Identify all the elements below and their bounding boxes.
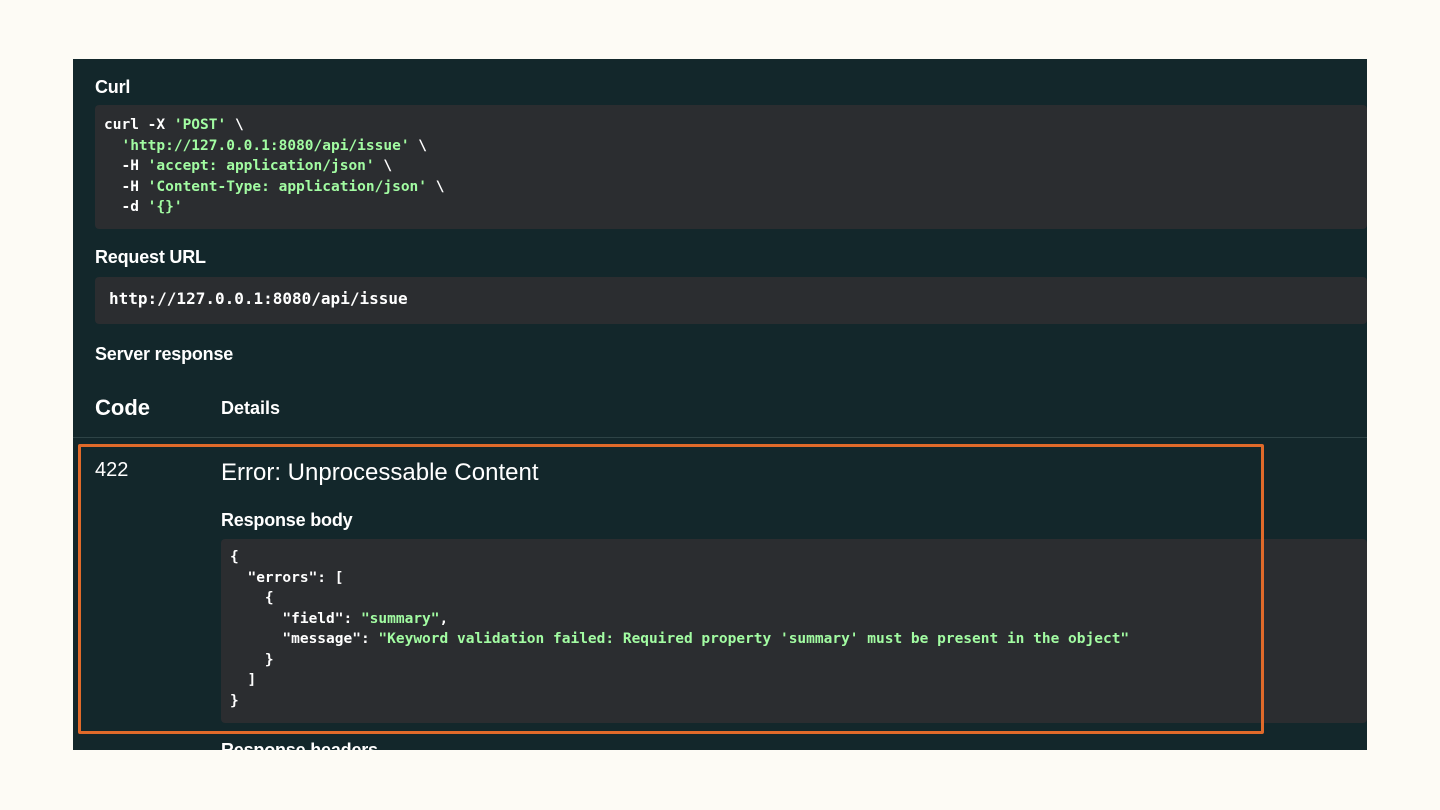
curl-string: 'POST' — [173, 117, 227, 133]
json-token: ] — [230, 672, 257, 688]
json-line: } — [230, 650, 1129, 671]
json-line: { — [230, 547, 1129, 568]
json-string: "Keyword validation failed: Required pro… — [378, 631, 1130, 647]
curl-string: 'http://127.0.0.1:8080/api/issue' — [121, 137, 410, 154]
json-token: { — [230, 590, 274, 606]
details-column-header: Details — [221, 398, 281, 418]
response-body-block[interactable]: { "errors": [ { "field": "summary", "mes… — [221, 539, 1367, 723]
swagger-response-panel: Curl curl -X 'POST' \ 'http://127.0.0.1:… — [73, 59, 1367, 750]
curl-token: curl -X — [104, 117, 174, 133]
server-response-label: Server response — [95, 344, 234, 364]
curl-label: Curl — [95, 77, 131, 97]
json-token: "field": — [230, 610, 361, 627]
json-line: ] — [230, 670, 1129, 691]
request-url-value: http://127.0.0.1:8080/api/issue — [109, 289, 408, 308]
curl-token: -H — [104, 178, 148, 195]
curl-token — [104, 138, 121, 154]
curl-token: \ — [374, 158, 393, 174]
json-token: "errors": [ — [230, 569, 344, 586]
request-url-label: Request URL — [95, 247, 206, 267]
json-line: { — [230, 588, 1129, 609]
curl-line: -H 'Content-Type: application/json' \ — [104, 177, 444, 198]
json-line: "field": "summary", — [230, 609, 1129, 630]
curl-code-block[interactable]: curl -X 'POST' \ 'http://127.0.0.1:8080/… — [95, 105, 1367, 229]
curl-command: curl -X 'POST' \ 'http://127.0.0.1:8080/… — [104, 115, 444, 218]
response-body-json: { "errors": [ { "field": "summary", "mes… — [230, 547, 1129, 711]
response-body-label: Response body — [221, 510, 353, 530]
code-column-header: Code — [95, 395, 150, 420]
curl-string: 'accept: application/json' — [147, 158, 375, 174]
curl-token: -H — [104, 158, 148, 174]
json-token: "message": — [230, 631, 379, 647]
curl-token: \ — [427, 178, 445, 195]
json-line: "message": "Keyword validation failed: R… — [230, 629, 1129, 650]
json-string: "summary" — [360, 610, 440, 627]
json-line: "errors": [ — [230, 568, 1129, 589]
curl-line: 'http://127.0.0.1:8080/api/issue' \ — [104, 136, 444, 157]
response-headers-label: Response headers — [221, 740, 378, 750]
curl-token: -d — [104, 199, 148, 215]
curl-string: '{}' — [147, 199, 183, 215]
curl-token: \ — [409, 137, 428, 154]
curl-token: \ — [226, 117, 244, 133]
curl-line: -d '{}' — [104, 197, 444, 218]
response-status-title: Error: Unprocessable Content — [221, 459, 539, 486]
json-line: } — [230, 691, 1129, 712]
table-divider — [73, 437, 1367, 438]
json-token: , — [439, 610, 449, 627]
json-token: } — [230, 692, 239, 709]
curl-line: curl -X 'POST' \ — [104, 115, 444, 136]
json-token: { — [230, 549, 239, 565]
curl-string: 'Content-Type: application/json' — [147, 178, 428, 195]
request-url-box[interactable]: http://127.0.0.1:8080/api/issue — [95, 277, 1367, 324]
json-token: } — [230, 651, 274, 668]
curl-line: -H 'accept: application/json' \ — [104, 156, 444, 177]
response-status-code: 422 — [95, 459, 129, 481]
